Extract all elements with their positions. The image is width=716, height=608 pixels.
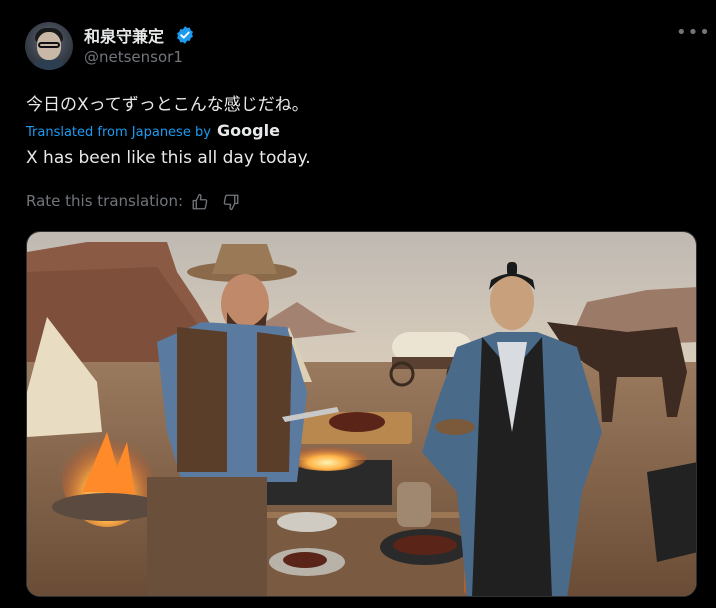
translated-from-label[interactable]: Translated from Japanese by [26,125,211,140]
verified-badge-icon [177,26,193,44]
post-image[interactable] [26,231,697,597]
google-logo: Google [217,121,280,140]
rate-translation-label: Rate this translation: [26,192,184,210]
author-handle[interactable]: @netsensor1 [84,48,183,66]
thumbs-down-icon[interactable] [222,193,240,211]
campfire-scene-illustration [27,232,696,596]
author-name[interactable]: 和泉守兼定 [84,23,164,47]
translation-attribution: Translated from Japanese by Google [26,121,280,140]
thumbs-up-icon[interactable] [191,193,209,211]
post-original-text: 今日のXってずっとこんな感じだね。 [26,95,309,115]
avatar[interactable] [25,22,73,70]
more-options-icon[interactable]: ••• [676,24,711,42]
avatar-glasses [38,42,60,48]
post-translated-text: X has been like this all day today. [26,148,311,168]
